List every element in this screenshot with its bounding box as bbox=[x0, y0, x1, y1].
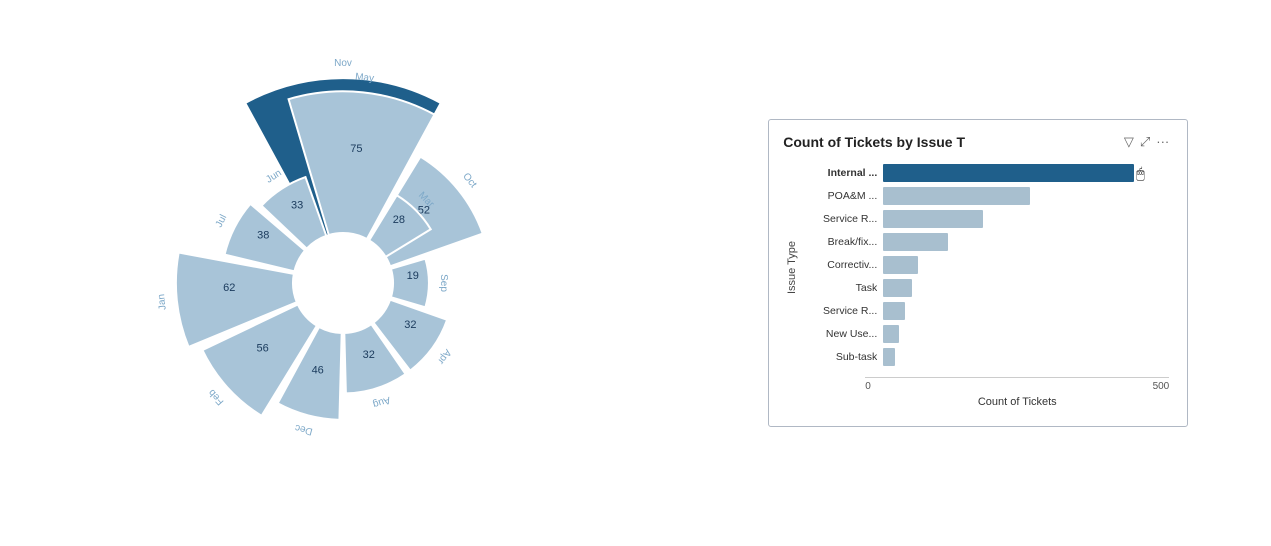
bar-fill-7 bbox=[883, 325, 899, 343]
bar-fill-0 bbox=[883, 164, 1134, 182]
bar-label-0: Internal ... bbox=[805, 167, 877, 179]
bar-row-0: Internal ... 🖱 bbox=[805, 164, 1169, 182]
segment-value-mar: 28 bbox=[393, 214, 405, 226]
segment-month-feb: Feb bbox=[206, 387, 226, 407]
bar-panel-icons: ▽ ⤢ ··· bbox=[1124, 134, 1169, 150]
radial-chart: 82Nov52Oct19Sep32Apr32Aug46Dec56Feb62Jan… bbox=[83, 13, 603, 533]
bar-panel-title: Count of Tickets by Issue T bbox=[783, 134, 1118, 150]
bar-track-2 bbox=[883, 210, 1169, 228]
bar-row-5: Task bbox=[805, 279, 1169, 297]
bar-track-4 bbox=[883, 256, 1169, 274]
bar-row-4: Correctiv... bbox=[805, 256, 1169, 274]
bar-label-4: Correctiv... bbox=[805, 259, 877, 271]
segment-month-aug: Aug bbox=[371, 394, 391, 410]
segment-value-jul: 38 bbox=[257, 229, 269, 241]
bar-row-8: Sub-task bbox=[805, 348, 1169, 366]
segment-value-jun: 33 bbox=[291, 199, 303, 211]
segment-value-apr: 32 bbox=[404, 319, 416, 331]
segment-value-feb: 56 bbox=[256, 342, 268, 354]
bar-label-3: Break/fix... bbox=[805, 236, 877, 248]
segment-month-jul: Jul bbox=[214, 213, 230, 229]
segment-month-apr: Apr bbox=[434, 347, 452, 367]
bar-row-1: POA&M ... bbox=[805, 187, 1169, 205]
filter-icon[interactable]: ▽ bbox=[1124, 134, 1134, 150]
expand-icon[interactable]: ⤢ bbox=[1140, 134, 1150, 150]
bar-fill-4 bbox=[883, 256, 918, 274]
bar-row-6: Service R... bbox=[805, 302, 1169, 320]
x-axis-area: 0 500 bbox=[783, 377, 1169, 392]
segment-value-jan: 62 bbox=[223, 282, 235, 294]
bar-label-8: Sub-task bbox=[805, 351, 877, 363]
bar-label-7: New Use... bbox=[805, 328, 877, 340]
bar-fill-1 bbox=[883, 187, 1030, 205]
bar-fill-8 bbox=[883, 348, 895, 366]
bar-panel-header: Count of Tickets by Issue T ▽ ⤢ ··· bbox=[783, 134, 1169, 150]
bar-label-5: Task bbox=[805, 282, 877, 294]
segment-month-nov: Nov bbox=[334, 58, 352, 69]
bar-row-7: New Use... bbox=[805, 325, 1169, 343]
radial-center bbox=[293, 233, 393, 333]
bar-row-2: Service R... bbox=[805, 210, 1169, 228]
radial-segment-sep[interactable] bbox=[391, 259, 429, 308]
radial-svg: 82Nov52Oct19Sep32Apr32Aug46Dec56Feb62Jan… bbox=[83, 13, 603, 533]
bar-chart-inner: Internal ... 🖱 POA&M ... Service R... Break/… bbox=[805, 164, 1169, 371]
bar-track-7 bbox=[883, 325, 1169, 343]
x-tick-500: 500 bbox=[1153, 381, 1170, 392]
bar-track-6 bbox=[883, 302, 1169, 320]
bar-label-2: Service R... bbox=[805, 213, 877, 225]
bar-chart-panel: Count of Tickets by Issue T ▽ ⤢ ··· Issu… bbox=[768, 119, 1188, 427]
bar-label-1: POA&M ... bbox=[805, 190, 877, 202]
more-icon[interactable]: ··· bbox=[1156, 134, 1169, 150]
segment-month-may: May bbox=[354, 72, 374, 85]
segment-month-dec: Dec bbox=[294, 422, 314, 437]
segment-value-sep: 19 bbox=[406, 270, 418, 282]
segment-month-sep: Sep bbox=[438, 274, 449, 292]
bar-track-8 bbox=[883, 348, 1169, 366]
bar-fill-6 bbox=[883, 302, 905, 320]
segment-value-may: 75 bbox=[350, 143, 362, 155]
segment-month-oct: Oct bbox=[460, 171, 478, 190]
bar-fill-5 bbox=[883, 279, 912, 297]
bar-track-3 bbox=[883, 233, 1169, 251]
y-axis-label: Issue Type bbox=[783, 164, 801, 371]
bar-fill-3 bbox=[883, 233, 948, 251]
cursor-indicator: 🖱 bbox=[1136, 165, 1144, 182]
segment-month-jan: Jan bbox=[156, 293, 169, 310]
bar-track-5 bbox=[883, 279, 1169, 297]
segment-value-aug: 32 bbox=[362, 349, 374, 361]
bar-chart-area: Issue Type Internal ... 🖱 POA&M ... Service… bbox=[783, 164, 1169, 371]
segment-value-dec: 46 bbox=[311, 364, 323, 376]
x-axis-label: Count of Tickets bbox=[783, 396, 1169, 408]
x-axis-ticks: 0 500 bbox=[865, 377, 1169, 392]
bar-track-0: 🖱 bbox=[883, 164, 1169, 182]
bar-row-3: Break/fix... bbox=[805, 233, 1169, 251]
bar-track-1 bbox=[883, 187, 1169, 205]
x-tick-0: 0 bbox=[865, 381, 871, 392]
bar-fill-2 bbox=[883, 210, 983, 228]
bar-label-6: Service R... bbox=[805, 305, 877, 317]
